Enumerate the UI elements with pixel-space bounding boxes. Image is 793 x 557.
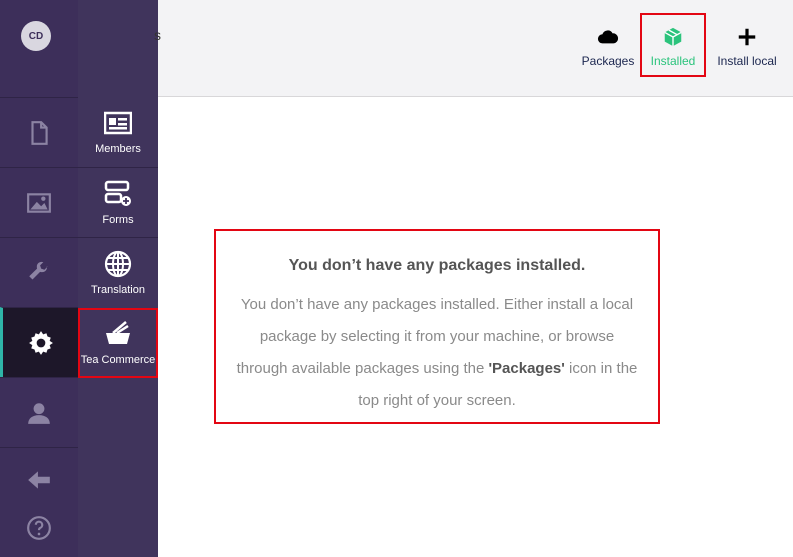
installed-button[interactable]: Installed bbox=[640, 13, 706, 77]
section-users[interactable] bbox=[0, 377, 78, 447]
globe-icon bbox=[104, 250, 132, 277]
packages-button-label: Packages bbox=[581, 54, 635, 68]
image-icon bbox=[27, 192, 51, 213]
gear-icon bbox=[28, 330, 53, 355]
help-button[interactable] bbox=[0, 503, 78, 553]
tray-item-forms[interactable]: Forms bbox=[78, 167, 158, 237]
user-icon bbox=[28, 402, 50, 424]
empty-state-title: You don’t have any packages installed. bbox=[288, 257, 586, 274]
cloud-icon bbox=[597, 30, 619, 44]
packages-button[interactable]: Packages bbox=[580, 18, 636, 76]
document-icon bbox=[31, 120, 48, 145]
page-title-partial: s bbox=[154, 27, 161, 43]
tray-item-label: Forms bbox=[102, 213, 134, 226]
forms-icon bbox=[104, 180, 131, 206]
section-settings[interactable] bbox=[0, 237, 78, 307]
section-divider bbox=[0, 447, 78, 448]
tray-item-members[interactable]: Members bbox=[78, 97, 158, 167]
back-button[interactable] bbox=[0, 455, 78, 505]
empty-state: You don’t have any packages installed. Y… bbox=[214, 229, 660, 424]
section-bar: CD bbox=[0, 0, 78, 557]
section-developer[interactable] bbox=[0, 307, 78, 377]
packages-emphasis: 'Packages' bbox=[488, 360, 565, 377]
box-icon bbox=[664, 27, 682, 47]
section-tray: Members Forms Translation Tea Commerce bbox=[78, 0, 158, 557]
section-content[interactable] bbox=[0, 97, 78, 167]
basket-icon bbox=[106, 321, 130, 344]
tray-item-tea-commerce[interactable]: Tea Commerce bbox=[78, 308, 158, 378]
arrow-left-icon bbox=[28, 471, 50, 489]
avatar[interactable]: CD bbox=[21, 21, 51, 51]
wrench-icon bbox=[29, 261, 48, 279]
help-icon bbox=[27, 516, 51, 540]
tray-item-label: Tea Commerce bbox=[80, 354, 156, 366]
install-local-button[interactable]: Install local bbox=[714, 18, 780, 76]
tray-item-translation[interactable]: Translation bbox=[78, 237, 158, 307]
member-card-icon bbox=[104, 111, 132, 135]
tray-item-label: Members bbox=[95, 143, 141, 155]
header: s Packages Installed Install local bbox=[154, 0, 793, 97]
plus-icon bbox=[738, 28, 756, 46]
installed-button-label: Installed bbox=[650, 54, 696, 68]
section-media[interactable] bbox=[0, 167, 78, 237]
tray-item-label: Translation bbox=[90, 283, 145, 296]
empty-state-text: You don’t have any packages installed. E… bbox=[234, 289, 640, 417]
install-local-button-label: Install local bbox=[717, 54, 777, 68]
